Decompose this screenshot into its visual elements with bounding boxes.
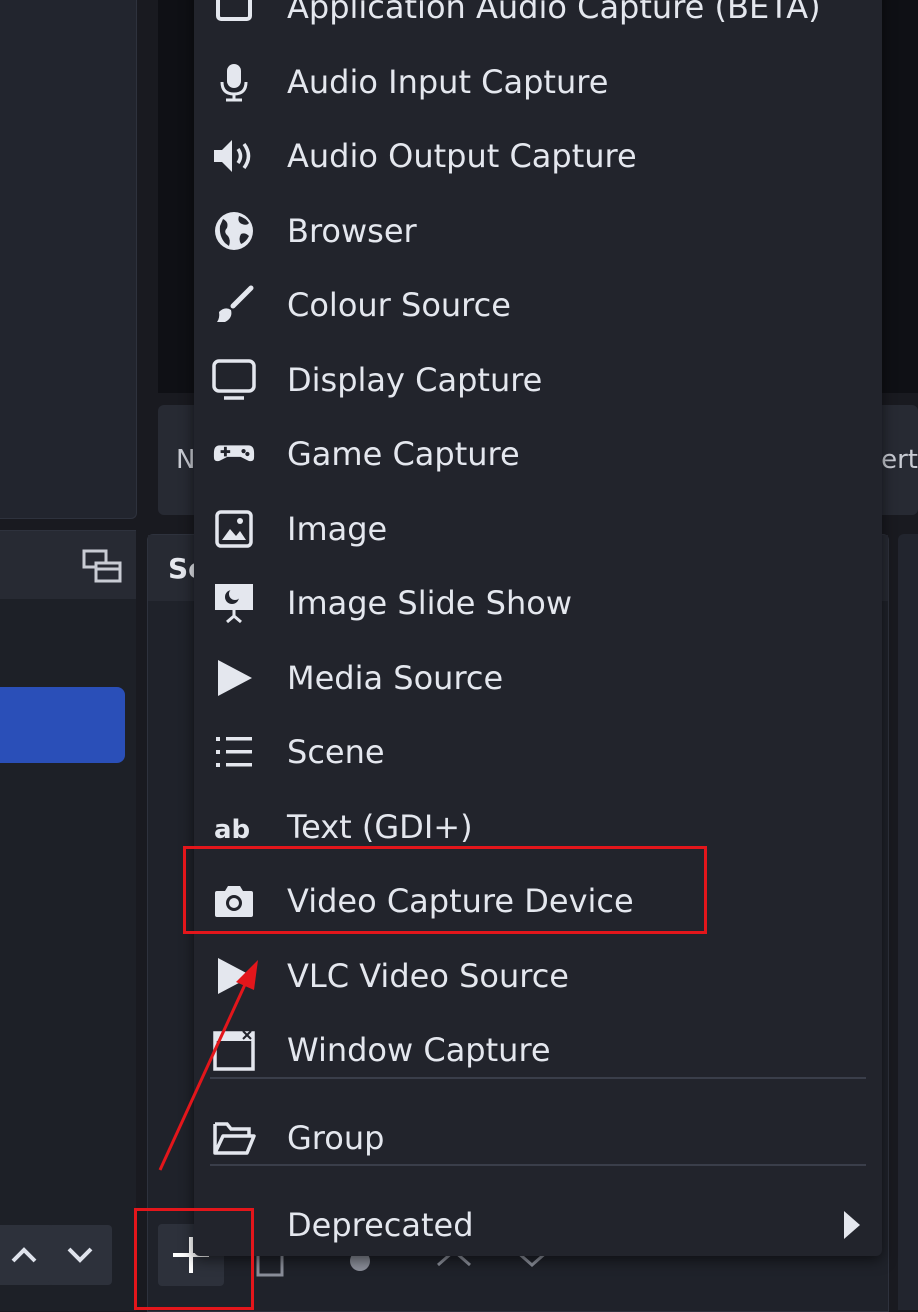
toolbar-fragment-left: N [176,445,196,475]
menu-item-group[interactable]: Group [194,1104,882,1172]
slideshow-icon [212,581,256,625]
menu-item-label: VLC Video Source [287,957,569,995]
menu-item-label: Window Capture [287,1031,551,1069]
menu-item-window-capture[interactable]: Window Capture [194,1016,882,1084]
list-icon [212,730,256,774]
menu-separator [210,1077,866,1079]
add-source-menu: Application Audio Capture (BETA) Audio I… [194,0,882,1256]
menu-item-browser[interactable]: Browser [194,197,882,265]
scenes-dock [0,530,136,1311]
menu-item-label: Deprecated [287,1206,474,1244]
menu-item-scene[interactable]: Scene [194,718,882,786]
menu-item-image[interactable]: Image [194,495,882,563]
right-dock-edge [898,534,918,1310]
menu-item-label: Audio Input Capture [287,63,609,101]
menu-separator [210,1164,866,1166]
scene-list-item-selected[interactable] [0,687,125,763]
menu-item-media-source[interactable]: Media Source [194,644,882,712]
highlight-box-video-capture [183,846,707,934]
monitor-icon [212,358,256,402]
menu-item-label: Browser [287,212,417,250]
chevron-down-icon [67,1247,93,1263]
speaker-icon [212,134,256,178]
toolbar-fragment-right: ert [881,445,918,475]
chevron-up-icon [11,1247,37,1263]
menu-item-label: Image Slide Show [287,584,572,622]
menu-item-label: Image [287,510,388,548]
paintbrush-icon [212,283,256,327]
menu-item-label: Game Capture [287,435,520,473]
globe-icon [212,209,256,253]
chevron-right-icon [844,1211,860,1239]
menu-item-label: Colour Source [287,286,511,324]
menu-item-label: Display Capture [287,361,543,399]
menu-item-label: Scene [287,733,385,771]
menu-item-label: Application Audio Capture (BETA) [287,0,821,26]
menu-item-vlc-video-source[interactable]: VLC Video Source [194,942,882,1010]
menu-item-deprecated[interactable]: Deprecated [194,1191,882,1259]
menu-item-application-audio-capture[interactable]: Application Audio Capture (BETA) [194,0,882,41]
menu-item-colour-source[interactable]: Colour Source [194,271,882,339]
menu-item-audio-input-capture[interactable]: Audio Input Capture [194,48,882,116]
menu-item-image-slide-show[interactable]: Image Slide Show [194,569,882,637]
gamepad-icon [212,432,256,476]
play-icon [212,656,256,700]
menu-item-audio-output-capture[interactable]: Audio Output Capture [194,122,882,190]
microphone-icon [212,60,256,104]
menu-item-display-capture[interactable]: Display Capture [194,346,882,414]
image-icon [212,507,256,551]
menu-item-label: Audio Output Capture [287,137,637,175]
menu-item-game-capture[interactable]: Game Capture [194,420,882,488]
menu-item-label: Group [287,1119,385,1157]
annotation-arrow [158,960,258,1171]
speaker-window-icon [212,0,256,29]
svg-text:ab: ab [214,815,250,844]
text-ab-icon: ab [212,805,256,849]
undock-icon[interactable] [82,549,122,585]
top-left-panel [0,0,137,519]
menu-item-label: Text (GDI+) [287,808,473,846]
highlight-box-add-button [134,1208,254,1310]
scenes-dock-header [0,531,136,599]
menu-item-label: Media Source [287,659,504,697]
move-scene-down-button[interactable] [48,1225,112,1285]
